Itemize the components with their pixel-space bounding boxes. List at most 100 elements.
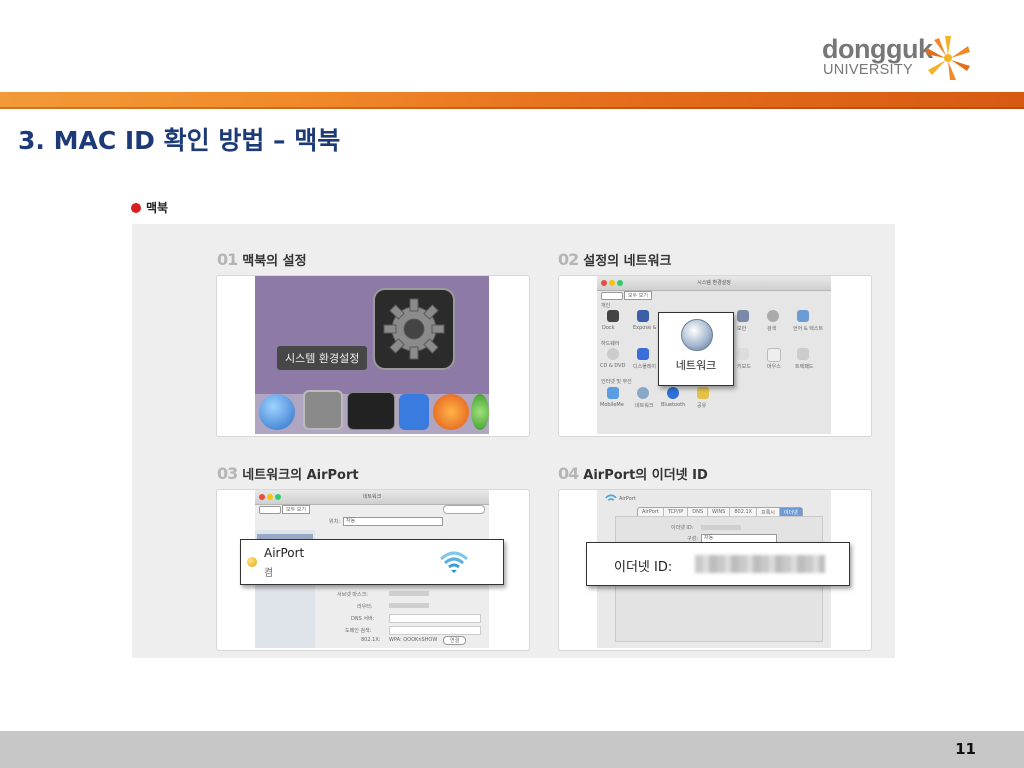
system-preferences-screenshot: 시스템 환경설정 [255,276,489,434]
field-label: 도메인 검색: [345,628,372,634]
sunburst-logo-icon [926,36,970,80]
minimize-icon [609,280,615,286]
category-personal: 개인 [601,303,611,309]
zoom-icon [275,494,281,500]
icon-label: MobileMe [600,402,624,408]
dock-bar [255,390,489,434]
ethernet-id-popup-label: 이더넷 ID: [614,560,673,575]
section-badge-label: 맥북 [146,201,169,215]
airport-popup: AirPort 켬 [240,539,504,585]
field-label: 802.1X: [361,637,381,643]
step-number: 01 [217,250,238,269]
blurred-value [389,603,429,608]
nav-arrows-icon [601,292,623,300]
close-icon [259,494,265,500]
app-icon [399,394,429,430]
airport-header: AirPort [619,496,636,502]
icon-label: 보안 [737,326,747,332]
red-dot-icon [131,202,141,213]
show-all-button: 모두 보기 [624,291,652,300]
airport-popup-title: AirPort [264,546,305,560]
window-title: 네트워크 [362,494,382,500]
dock-icon [607,310,619,322]
footer-bar: 11 [0,731,1024,768]
ethernet-id-popup: 이더넷 ID: [586,542,850,586]
zoom-icon [617,280,623,286]
safari-icon [471,394,489,430]
bluetooth-icon [667,387,679,399]
status-dot-icon [247,557,257,567]
cd-dvd-icon [607,348,619,360]
logo-line2: UNIVERSITY [823,62,914,78]
ethernet-id-label: 이더넷 ID: [671,525,694,531]
location-label: 위치: [329,519,340,525]
802-1x-value: WPA: QOOKnSHOW [389,637,438,643]
page-number: 11 [955,740,976,758]
icon-label: CD & DVD [600,363,626,369]
trackpad-icon [797,348,809,360]
blurred-mac-address [695,555,825,573]
close-icon [601,280,607,286]
location-select: 자동 [343,517,443,526]
field-label: 서브넷 마스크: [337,592,368,598]
field-label: DNS 서버: [351,616,375,622]
expose-icon [637,310,649,322]
icon-label: Bluetooth [661,402,686,408]
search-input [443,505,485,514]
nav-arrows-icon [259,506,281,514]
system-preferences-callout: 시스템 환경설정 [277,346,368,370]
config-label: 구성: [687,536,698,542]
step-label: 맥북의 설정 [242,254,307,269]
terminal-icon [347,392,395,430]
icon-label: 공유 [697,403,707,409]
security-icon [737,310,749,322]
keyboard-icon [737,348,749,360]
airport-popup-status: 켬 [264,568,274,579]
language-icon [797,310,809,322]
step-number: 03 [217,464,238,483]
step-label: 설정의 네트워크 [583,254,672,269]
step-number: 04 [558,464,579,483]
window-titlebar: 네트워크 [255,490,489,505]
window-title: 시스템 환경설정 [697,280,731,286]
step-03-heading: 03 네트워크의 AirPort [217,464,359,483]
minimize-icon [267,494,273,500]
connect-button: 연결 [443,636,467,645]
step-number: 02 [558,250,579,269]
network-popup: 네트워크 [658,312,734,386]
dns-field [389,614,481,623]
step-label: AirPort의 이더넷 ID [583,468,708,483]
mouse-icon [767,348,781,362]
step-01-heading: 01 맥북의 설정 [217,250,307,269]
wifi-icon [605,494,617,501]
icon-label: 디스플레이 [633,364,657,370]
blurred-value [389,591,429,596]
step-02-heading: 02 설정의 네트워크 [558,250,672,269]
firefox-icon [433,394,469,430]
mobileme-icon [607,387,619,399]
icon-label: Dock [602,325,615,331]
field-label: 라우터: [357,604,373,610]
domain-field [389,626,481,635]
network-icon [637,387,649,399]
gear-icon [303,390,343,430]
icon-label: 언어 & 텍스트 [793,326,824,332]
section-badge: 맥북 [131,199,168,216]
category-internet: 인터넷 및 무선 [601,379,632,385]
wifi-icon [439,551,469,573]
sharing-icon [697,387,709,399]
show-all-button: 모두 보기 [282,505,310,514]
icon-label: 트랙패드 [795,364,814,370]
orange-header-band [0,92,1024,109]
blurred-value [701,525,741,530]
icon-label: 검색 [767,326,777,332]
step-label: 네트워크의 AirPort [242,468,359,483]
logo-line1: dongguk [822,34,933,64]
icon-label: 마우스 [767,364,781,370]
icon-label: 네트워크 [635,403,654,409]
step-04-heading: 04 AirPort의 이더넷 ID [558,464,708,483]
page-title: 3. MAC ID 확인 방법 – 맥북 [18,126,341,155]
window-titlebar: 시스템 환경설정 [597,276,831,291]
dongguk-logo: dongguk UNIVERSITY [822,34,972,82]
icon-label: 키보드 [737,364,751,370]
